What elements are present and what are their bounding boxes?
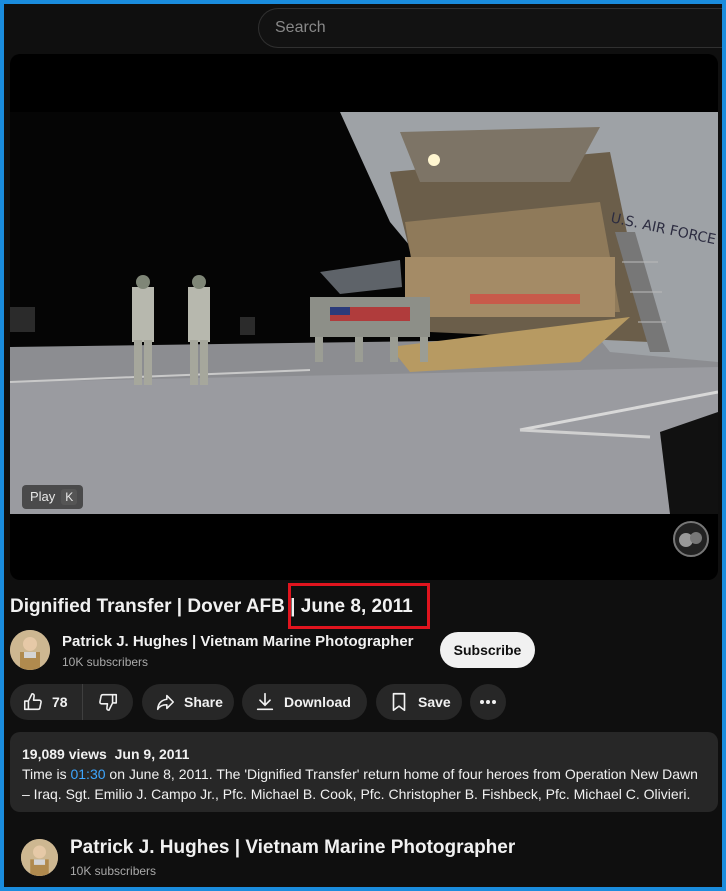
- description-meta: 19,089 views Jun 9, 2011: [22, 744, 706, 764]
- like-dislike-group: 78: [10, 684, 133, 720]
- dislike-button[interactable]: [83, 684, 133, 720]
- video-frame: U.S. AIR FORCE: [10, 112, 718, 514]
- save-button[interactable]: Save: [376, 684, 462, 720]
- share-icon: [156, 694, 175, 711]
- play-shortcut-key: K: [61, 489, 78, 505]
- like-button[interactable]: 78: [10, 684, 83, 720]
- download-button[interactable]: Download: [242, 684, 367, 720]
- avatar-image: [10, 630, 50, 670]
- description-text: Time is 01:30 on June 8, 2011. The 'Dign…: [22, 764, 706, 804]
- video-player[interactable]: U.S. AIR FORCE Play K: [10, 54, 718, 580]
- avatar-image: [21, 839, 58, 876]
- channel-watermark-icon[interactable]: [672, 520, 710, 558]
- download-icon: [256, 692, 274, 711]
- video-title-main: Dignified Transfer | Dover AFB |: [10, 596, 301, 617]
- timestamp-link[interactable]: 01:30: [70, 766, 105, 782]
- upload-date: Jun 9, 2011: [114, 746, 190, 762]
- channel-avatar[interactable]: [10, 630, 50, 670]
- description-prefix: Time is: [22, 766, 71, 782]
- bookmark-icon: [392, 692, 406, 712]
- masthead: Search: [4, 4, 726, 50]
- bottom-channel-name[interactable]: Patrick J. Hughes | Vietnam Marine Photo…: [70, 837, 515, 859]
- highlight-annotation-box: [288, 583, 430, 629]
- subscriber-count: 10K subscribers: [62, 655, 149, 669]
- share-button[interactable]: Share: [142, 684, 234, 720]
- download-label: Download: [284, 694, 351, 710]
- play-label: Play: [30, 489, 56, 504]
- thumbs-down-icon: [99, 693, 118, 712]
- play-tooltip: Play K: [22, 485, 84, 509]
- more-actions-button[interactable]: [470, 684, 506, 720]
- subscribe-button[interactable]: Subscribe: [440, 632, 535, 668]
- thumbs-up-icon: [23, 692, 42, 711]
- save-label: Save: [418, 694, 451, 710]
- like-count: 78: [52, 694, 68, 710]
- view-count: 19,089 views: [22, 746, 107, 762]
- bottom-subscriber-count: 10K subscribers: [70, 864, 157, 878]
- share-label: Share: [184, 694, 223, 710]
- search-input[interactable]: Search: [258, 8, 726, 48]
- description-body: on June 8, 2011. The 'Dignified Transfer…: [22, 766, 698, 802]
- description-box[interactable]: 19,089 views Jun 9, 2011 Time is 01:30 o…: [10, 732, 718, 812]
- more-horizontal-icon: [480, 700, 496, 704]
- bottom-channel-avatar[interactable]: [21, 839, 58, 876]
- channel-name[interactable]: Patrick J. Hughes | Vietnam Marine Photo…: [62, 633, 414, 650]
